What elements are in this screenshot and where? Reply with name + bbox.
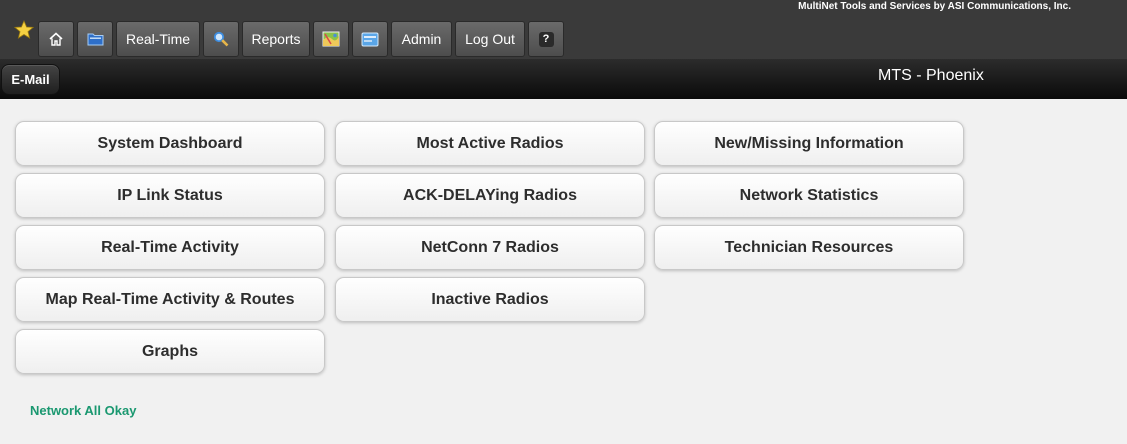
logout-button[interactable]: Log Out [455,21,525,57]
star-icon[interactable] [14,20,34,40]
network-statistics-button[interactable]: Network Statistics [654,173,964,218]
realtime-button[interactable]: Real-Time [116,21,200,57]
system-dashboard-button[interactable]: System Dashboard [15,121,325,166]
home-button[interactable] [38,21,74,57]
screen-icon [361,32,379,46]
network-status-text: Network All Okay [30,403,137,418]
folder-icon [87,33,103,46]
most-active-radios-button[interactable]: Most Active Radios [335,121,645,166]
admin-button[interactable]: Admin [391,21,452,57]
realtime-activity-button[interactable]: Real-Time Activity [15,225,325,270]
ip-link-status-button[interactable]: IP Link Status [15,173,325,218]
top-toolbar: MultiNet Tools and Services by ASI Commu… [0,0,1127,59]
company-name: MultiNet Tools and Services by ASI Commu… [798,1,1071,12]
folder-button[interactable] [77,21,113,57]
map-button[interactable] [313,21,349,57]
technician-resources-button[interactable]: Technician Resources [654,225,964,270]
map-realtime-activity-button[interactable]: Map Real-Time Activity & Routes [15,277,325,322]
site-title: MTS - Phoenix [878,67,984,84]
email-button[interactable]: E-Mail [1,64,60,95]
help-button[interactable]: ? [528,21,564,57]
screen-button[interactable] [352,21,388,57]
home-icon [49,32,63,46]
search-button[interactable] [203,21,239,57]
netconn-7-radios-button[interactable]: NetConn 7 Radios [335,225,645,270]
inactive-radios-button[interactable]: Inactive Radios [335,277,645,322]
ack-delaying-radios-button[interactable]: ACK-DELAYing Radios [335,173,645,218]
help-icon: ? [538,31,554,47]
reports-button[interactable]: Reports [242,21,310,57]
search-icon [213,31,229,47]
graphs-button[interactable]: Graphs [15,329,325,374]
new-missing-information-button[interactable]: New/Missing Information [654,121,964,166]
map-icon [322,31,340,47]
